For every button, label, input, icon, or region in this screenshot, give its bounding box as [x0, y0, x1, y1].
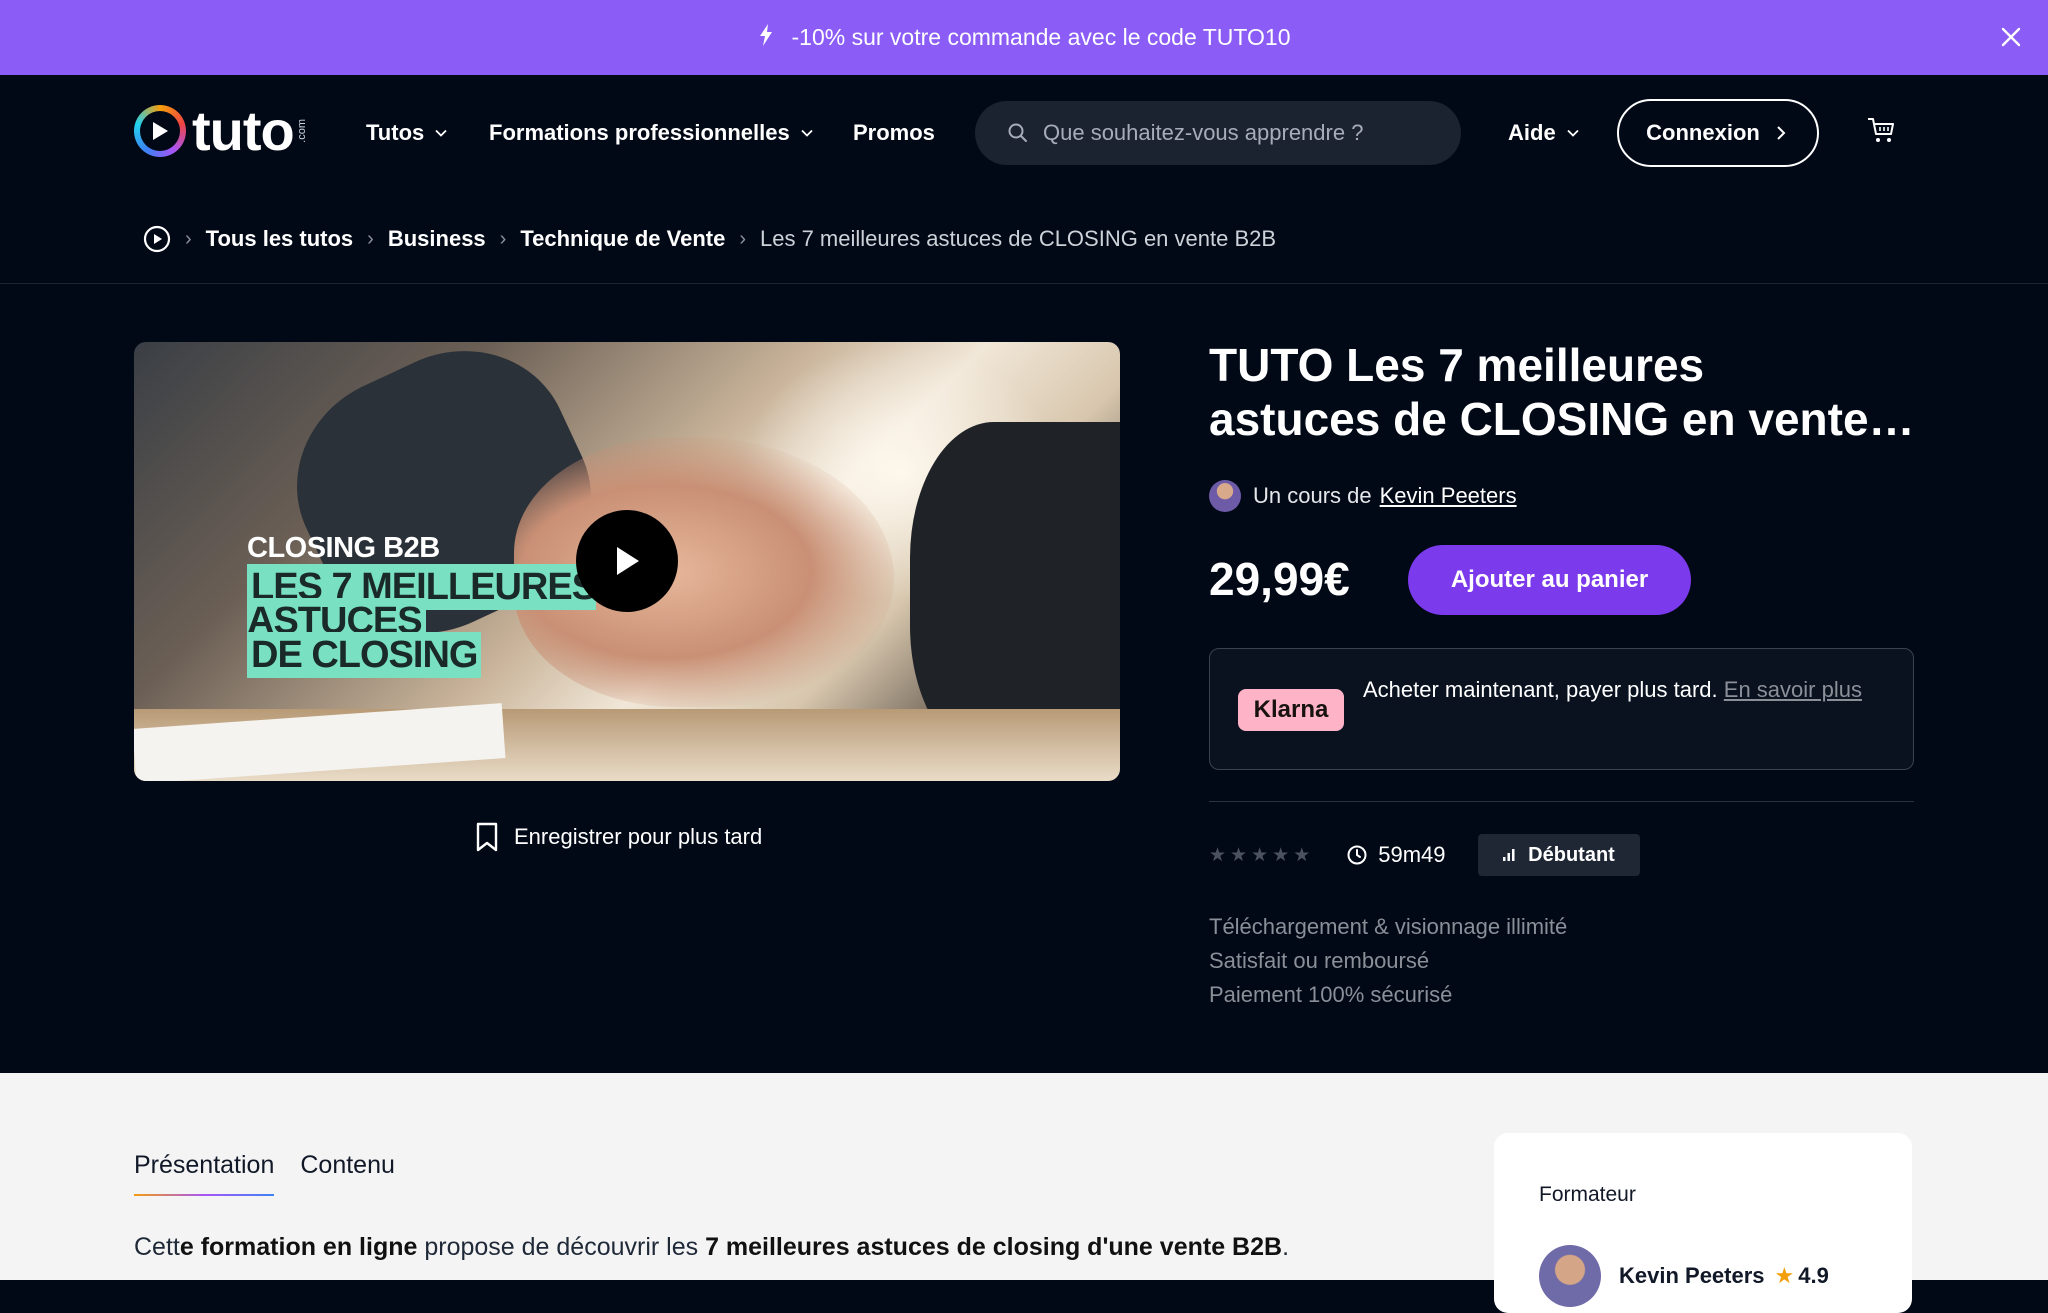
- breadcrumb-separator: ›: [739, 227, 746, 250]
- star-icon: ★: [1272, 844, 1290, 866]
- duration-value: 59m49: [1378, 842, 1446, 867]
- level-label: Débutant: [1528, 843, 1615, 866]
- chevron-down-icon: [1567, 129, 1579, 137]
- nav-help-label: Aide: [1508, 120, 1556, 145]
- logo-ring-icon: [134, 105, 186, 157]
- breadcrumb-separator: ›: [499, 227, 507, 250]
- breadcrumb-separator: ›: [367, 227, 374, 250]
- video-overlay-line3: DE CLOSING: [247, 632, 482, 678]
- nav-formations[interactable]: Formations professionnelles: [489, 120, 814, 146]
- search-input[interactable]: [1043, 120, 1443, 146]
- breadcrumb-current: Les 7 meilleures astuces de CLOSING en v…: [760, 226, 1277, 251]
- breadcrumb: › Tous les tutos › Business › Technique …: [143, 225, 1276, 253]
- trainer-avatar: [1539, 1245, 1601, 1307]
- course-title-line2: astuces de CLOSING en vente B2B: [1209, 393, 1921, 445]
- save-for-later-button[interactable]: Enregistrer pour plus tard: [474, 822, 762, 852]
- author-avatar: [1209, 480, 1241, 512]
- trainer-card: Formateur Kevin Peeters ★ 4.9: [1494, 1133, 1912, 1313]
- logo-suffix: .com: [295, 119, 308, 143]
- star-icon: ★: [1209, 844, 1227, 866]
- chevron-right-icon: [1777, 126, 1786, 140]
- logo-word: tuto: [192, 99, 295, 162]
- nav-help[interactable]: Aide: [1508, 120, 1580, 146]
- play-icon: [617, 547, 639, 575]
- cart-icon[interactable]: [1866, 115, 1896, 145]
- guarantee-item: Téléchargement & visionnage illimité: [1209, 914, 1568, 939]
- tab-presentation[interactable]: Présentation: [134, 1151, 275, 1196]
- chevron-down-icon: [801, 129, 813, 137]
- site-header: tuto .com Tutos Formations professionnel…: [0, 75, 2048, 190]
- course-title-line1: TUTO Les 7 meilleures: [1209, 339, 1705, 391]
- star-icon: ★: [1251, 844, 1269, 866]
- klarna-learn-more-link[interactable]: En savoir plus: [1724, 677, 1862, 702]
- close-icon[interactable]: [1996, 22, 2026, 52]
- course-meta: ★ ★ ★ ★ ★ 59m49 Débutant: [1209, 834, 1640, 876]
- promo-banner: -10% sur votre commande avec le code TUT…: [0, 0, 2048, 75]
- course-video-thumbnail[interactable]: CLOSING B2B LES 7 MEILLEURES ASTUCES DE …: [134, 342, 1120, 781]
- description-bold: e formation en ligne: [179, 1233, 418, 1261]
- level-badge: Débutant: [1477, 834, 1640, 876]
- trainer-rating: 4.9: [1798, 1263, 1829, 1288]
- klarna-message: Acheter maintenant, payer plus tard.: [1363, 677, 1718, 702]
- tab-contenu[interactable]: Contenu: [300, 1151, 395, 1196]
- guarantees-list: Téléchargement & visionnage illimité Sat…: [1209, 910, 1567, 1012]
- promo-text: -10% sur votre commande avec le code TUT…: [791, 24, 1291, 50]
- video-overlay-title: LES 7 MEILLEURES ASTUCES DE CLOSING: [247, 564, 767, 678]
- play-button[interactable]: [576, 510, 678, 612]
- login-label: Connexion: [1646, 120, 1760, 145]
- guarantee-item: Satisfait ou remboursé: [1209, 948, 1430, 973]
- chevron-down-icon: [435, 129, 447, 137]
- info-divider: [1209, 801, 1914, 802]
- rating-stars: ★ ★ ★ ★ ★: [1209, 844, 1310, 867]
- course-author: Un cours de Kevin Peeters: [1209, 480, 1517, 512]
- login-button[interactable]: Connexion: [1617, 99, 1819, 167]
- course-details-section: Présentation Contenu Cette formation en …: [0, 1073, 2048, 1313]
- breadcrumb-separator: ›: [185, 227, 192, 250]
- star-icon: ★: [1293, 844, 1311, 866]
- course-title: TUTO Les 7 meilleures astuces de CLOSING…: [1209, 338, 1921, 446]
- breadcrumb-technique-de-vente[interactable]: Technique de Vente: [520, 226, 725, 252]
- search-bar[interactable]: [975, 101, 1461, 165]
- search-icon: [1008, 123, 1027, 142]
- save-for-later-label: Enregistrer pour plus tard: [514, 824, 763, 849]
- lightning-icon: [758, 23, 774, 52]
- nav-promos[interactable]: Promos: [853, 120, 935, 146]
- trainer-row[interactable]: Kevin Peeters ★ 4.9: [1539, 1245, 1829, 1307]
- nav-formations-label: Formations professionnelles: [489, 120, 790, 145]
- add-to-cart-button[interactable]: Ajouter au panier: [1408, 545, 1691, 615]
- header-divider: [0, 283, 2048, 284]
- trainer-name: Kevin Peeters: [1619, 1263, 1765, 1288]
- guarantee-item: Paiement 100% sécurisé: [1209, 982, 1453, 1007]
- trainer-heading: Formateur: [1539, 1183, 1636, 1206]
- author-prefix: Un cours de: [1253, 483, 1372, 508]
- nav-tutos-label: Tutos: [366, 120, 425, 145]
- logo[interactable]: tuto .com: [134, 99, 308, 162]
- description-text: .: [1282, 1233, 1290, 1261]
- breadcrumb-tous-les-tutos[interactable]: Tous les tutos: [206, 226, 354, 252]
- description-text: Cett: [134, 1233, 180, 1261]
- klarna-text: Acheter maintenant, payer plus tard. En …: [1363, 673, 1883, 707]
- video-overlay-line1: CLOSING B2B: [247, 532, 440, 564]
- description-text: propose de découvrir les: [417, 1233, 706, 1261]
- star-icon: ★: [1774, 1263, 1795, 1288]
- klarna-logo: Klarna: [1238, 689, 1344, 731]
- level-bars-icon: [1503, 849, 1515, 861]
- course-tabs: Présentation Contenu: [134, 1151, 421, 1196]
- course-duration: 59m49: [1346, 842, 1446, 868]
- play-circle-icon[interactable]: [143, 225, 171, 253]
- clock-icon: [1347, 845, 1367, 865]
- description-bold: 7 meilleures astuces de closing d'une ve…: [705, 1233, 1283, 1261]
- breadcrumb-business[interactable]: Business: [388, 226, 486, 252]
- nav-tutos[interactable]: Tutos: [366, 120, 448, 146]
- course-description: Cette formation en ligne propose de déco…: [134, 1233, 1289, 1262]
- course-price: 29,99€: [1209, 553, 1350, 605]
- klarna-box: Klarna Acheter maintenant, payer plus ta…: [1209, 648, 1914, 770]
- star-icon: ★: [1230, 844, 1248, 866]
- author-link[interactable]: Kevin Peeters: [1380, 483, 1517, 509]
- nav-promos-label: Promos: [853, 120, 935, 145]
- bookmark-icon: [476, 822, 498, 852]
